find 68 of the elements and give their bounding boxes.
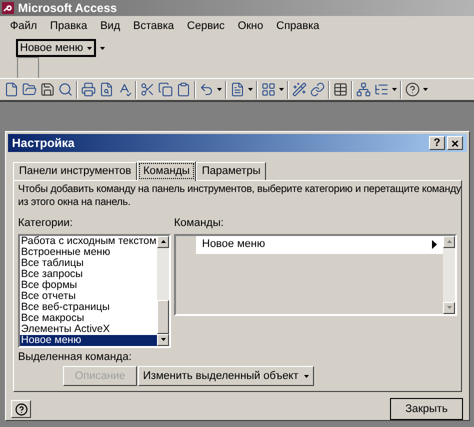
caret-icon xyxy=(423,88,428,91)
caret-icon xyxy=(279,88,284,91)
dialog-title: Настройка xyxy=(12,135,75,152)
category-item[interactable]: Работа с исходным текстом xyxy=(20,236,157,246)
help-icon xyxy=(14,402,28,416)
category-item[interactable]: Элементы ActiveX xyxy=(20,324,157,334)
menu-item[interactable]: Окно xyxy=(238,18,264,34)
menu-item[interactable]: Правка xyxy=(50,18,88,34)
category-item[interactable]: Новое меню xyxy=(20,334,157,346)
categories-label: Категории: xyxy=(18,217,73,229)
scrollbar[interactable] xyxy=(443,236,455,314)
category-item[interactable]: Встроенные меню xyxy=(20,246,157,258)
caret-icon xyxy=(248,88,253,91)
category-item[interactable]: Все макросы xyxy=(20,312,157,324)
cut-icon[interactable] xyxy=(140,82,155,97)
menu-item[interactable]: Вид xyxy=(100,18,120,34)
caret-icon xyxy=(217,88,222,91)
scrollbar[interactable] xyxy=(157,236,169,346)
category-item[interactable]: Все таблицы xyxy=(20,258,157,268)
close-button[interactable]: Закрыть xyxy=(390,398,463,420)
caret-icon xyxy=(100,46,106,50)
caret-icon xyxy=(87,46,92,50)
category-item[interactable]: Все запросы xyxy=(20,268,157,280)
help-button[interactable] xyxy=(11,400,31,418)
key-icon xyxy=(2,2,14,14)
category-item[interactable]: Все отчеты xyxy=(20,290,157,302)
modify-selection-button[interactable]: Изменить выделенный объект xyxy=(138,366,314,386)
search-icon[interactable] xyxy=(58,82,73,97)
caret-icon xyxy=(446,306,452,309)
submenu-arrow-icon xyxy=(432,240,437,249)
folder-icon[interactable] xyxy=(22,82,37,97)
document-icon[interactable] xyxy=(230,82,245,97)
wand-icon[interactable] xyxy=(292,82,307,97)
link-icon[interactable] xyxy=(310,82,325,97)
tab[interactable]: Параметры xyxy=(196,162,266,180)
window-title: Microsoft Access xyxy=(18,0,117,17)
save-icon[interactable] xyxy=(40,82,55,97)
network-icon[interactable] xyxy=(356,82,371,97)
close-button[interactable]: × xyxy=(447,136,463,150)
caret-icon xyxy=(392,88,397,91)
tab[interactable]: Панели инструментов xyxy=(13,162,138,180)
menu-item[interactable]: Файл xyxy=(10,18,38,34)
selected-command-label: Выделенная команда: xyxy=(18,350,133,364)
paste-icon[interactable] xyxy=(176,82,191,97)
new-menu-dropdown[interactable]: Новое меню xyxy=(16,39,96,57)
print-preview-icon[interactable] xyxy=(99,82,114,97)
help-icon[interactable] xyxy=(405,82,420,97)
menu-item[interactable]: Справка xyxy=(276,18,320,34)
new-file-icon[interactable] xyxy=(4,82,19,97)
commands-label: Команды: xyxy=(174,217,224,229)
grid-icon[interactable] xyxy=(261,82,276,97)
undo-icon[interactable] xyxy=(199,82,214,97)
table-icon[interactable] xyxy=(333,82,348,97)
category-item[interactable]: Все формы xyxy=(20,280,157,290)
caret-icon xyxy=(160,338,166,341)
help-button[interactable]: ? xyxy=(429,136,445,150)
up-arrow-icon xyxy=(446,240,452,243)
tab[interactable]: Команды xyxy=(137,161,196,181)
copy-icon[interactable] xyxy=(158,82,173,97)
empty-menu-panel xyxy=(17,57,39,79)
menu-item[interactable]: Сервис xyxy=(187,18,225,34)
category-item[interactable]: Все веб-страницы xyxy=(20,302,157,312)
menu-item[interactable]: Вставка xyxy=(133,18,174,34)
caret-icon xyxy=(304,374,310,378)
instructions-text: Чтобы добавить команду на панель инструментов, выберите категорию и перетащите команду из этого окна на панель. xyxy=(18,183,462,209)
list-tree-icon[interactable] xyxy=(374,82,389,97)
printer-icon[interactable] xyxy=(81,82,96,97)
up-arrow-icon xyxy=(160,240,166,243)
